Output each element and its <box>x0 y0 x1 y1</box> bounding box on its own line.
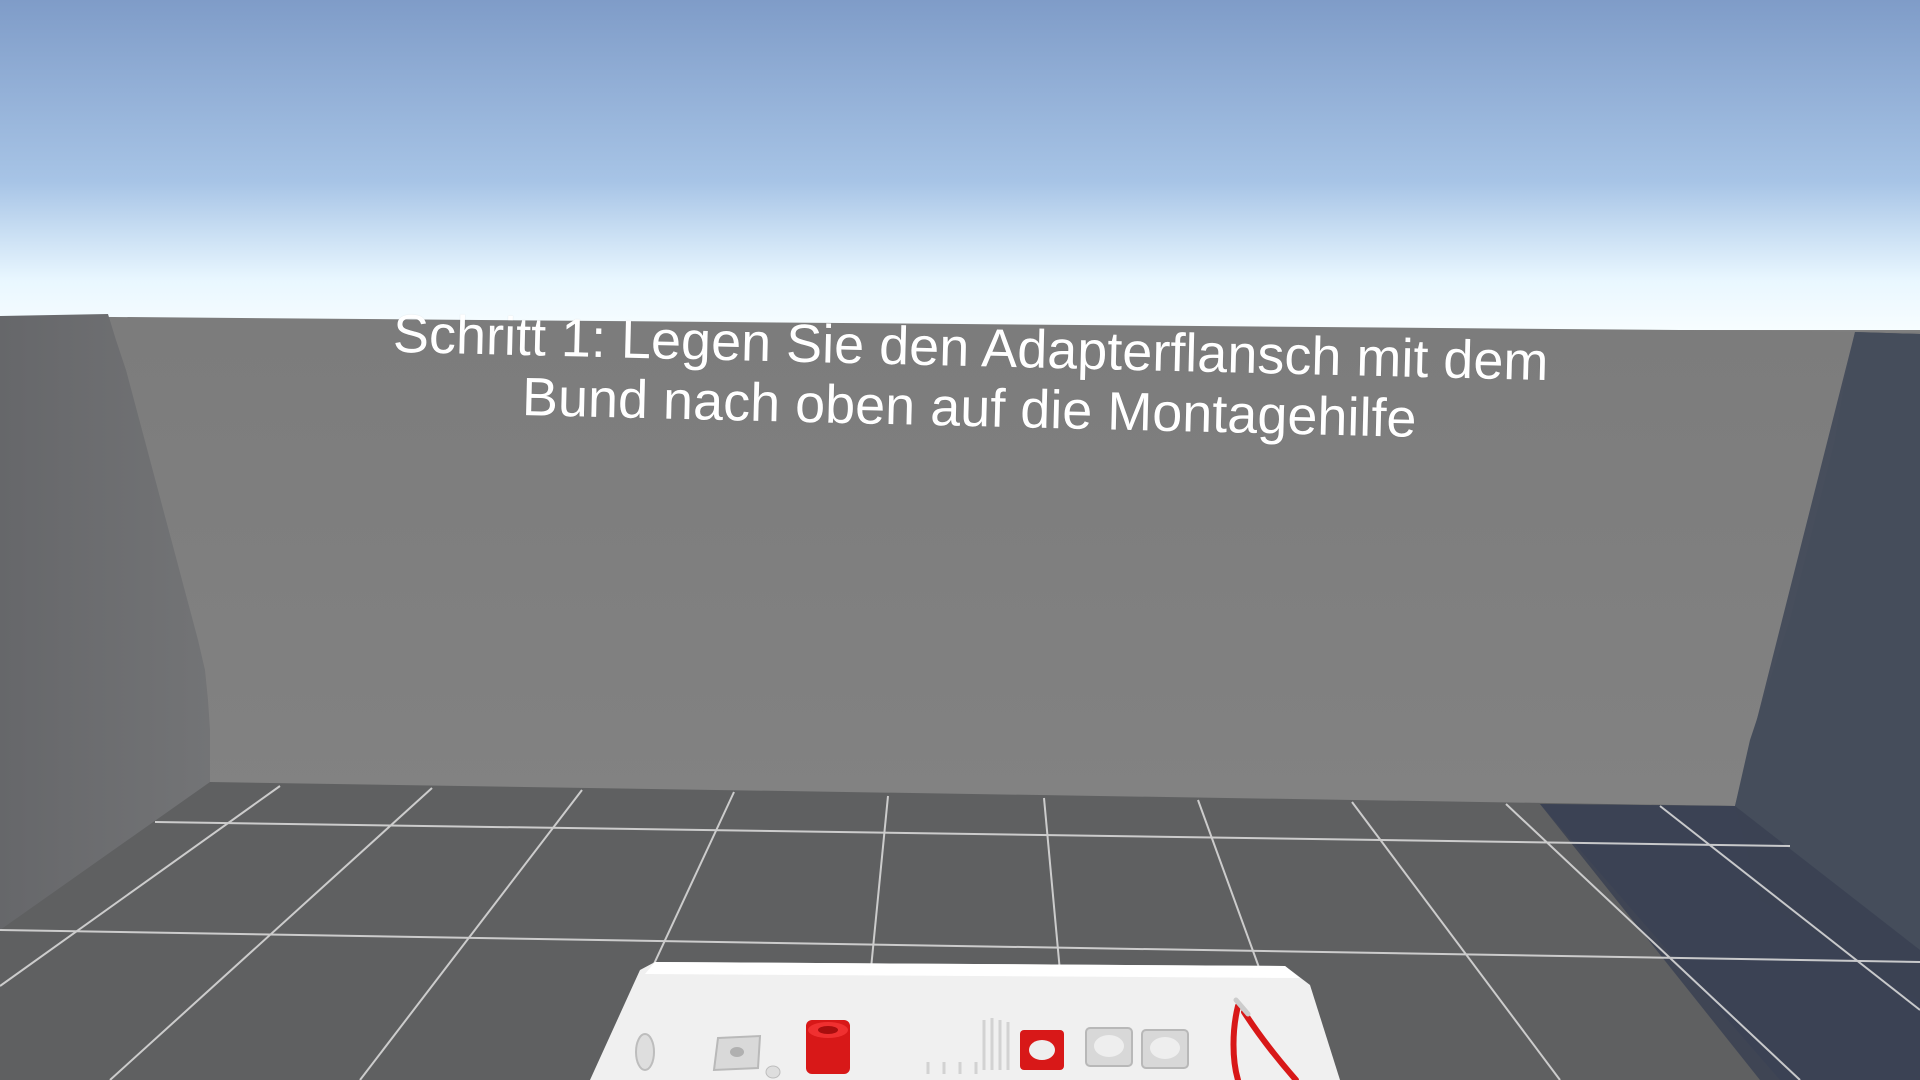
red-flange-part[interactable] <box>806 1020 850 1074</box>
assembly-table[interactable] <box>590 962 1340 1080</box>
vr-viewport: Schritt 1: Legen Sie den Adapterflansch … <box>0 0 1920 1080</box>
sky <box>0 0 1920 330</box>
screw-part[interactable] <box>635 1033 655 1071</box>
red-ring-part[interactable] <box>1020 1030 1064 1070</box>
white-ring-part-2[interactable] <box>1141 1029 1189 1069</box>
vr-scene <box>0 0 1920 1080</box>
white-ring-part-1[interactable] <box>1085 1027 1133 1067</box>
